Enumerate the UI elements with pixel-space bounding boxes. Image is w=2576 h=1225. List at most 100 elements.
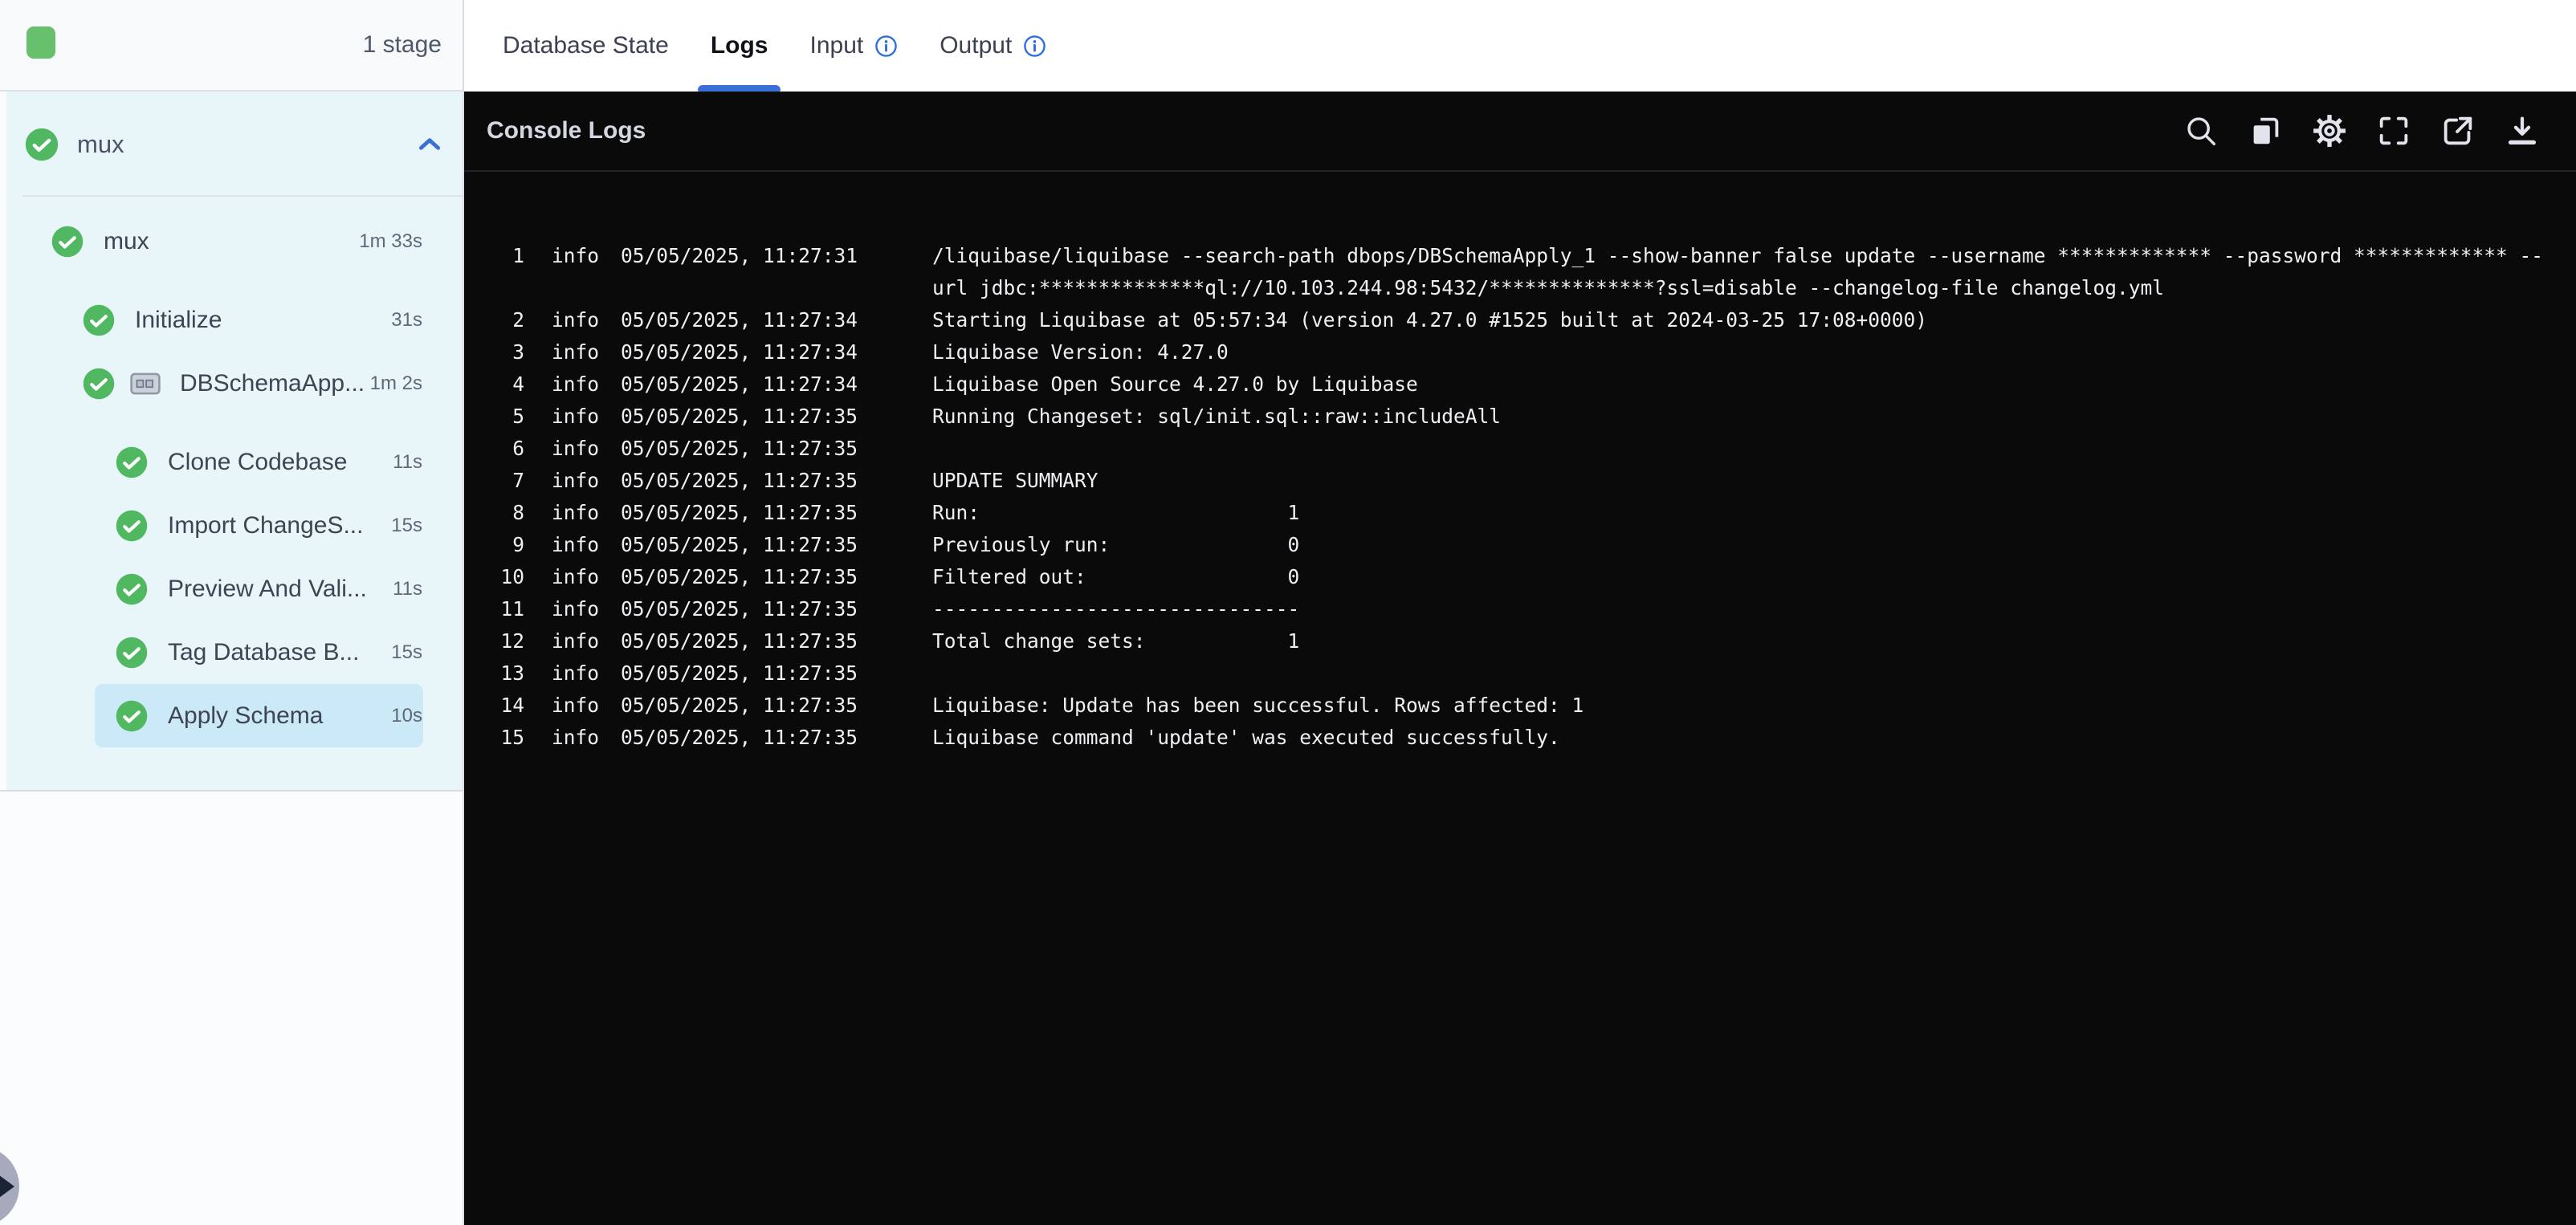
execution-sidebar: 1 stage mux mux 1m 33s Initialize 31s DB…	[0, 0, 464, 1225]
log-level: info	[552, 307, 600, 332]
log-line: 12 info 05/05/2025, 11:27:35 Total chang…	[464, 625, 2576, 657]
success-check-icon	[115, 572, 149, 606]
log-timestamp: 05/05/2025, 11:27:35	[621, 693, 858, 717]
log-message: Liquibase command 'update' was executed …	[932, 725, 1560, 749]
log-message: Running Changeset: sql/init.sql::raw::in…	[932, 404, 1502, 428]
stage-name: mux	[77, 129, 124, 158]
copy-icon[interactable]	[2247, 112, 2284, 149]
open-in-new-icon[interactable]	[2439, 112, 2476, 149]
log-timestamp: 05/05/2025, 11:27:34	[621, 340, 858, 364]
log-message: Previously run: 0	[932, 532, 1300, 556]
log-level: info	[552, 532, 600, 556]
log-timestamp: 05/05/2025, 11:27:35	[621, 404, 858, 428]
log-line: 3 info 05/05/2025, 11:27:34 Liquibase Ve…	[464, 336, 2576, 368]
log-timestamp: 05/05/2025, 11:27:34	[621, 372, 858, 396]
expand-panel-button[interactable]	[0, 1146, 19, 1225]
success-check-icon	[115, 636, 149, 669]
log-level: info	[552, 693, 600, 717]
stage-tree-panel: mux mux 1m 33s Initialize 31s DBSchemaAp…	[6, 92, 463, 790]
step-duration: 15s	[391, 641, 422, 663]
step-duration: 11s	[393, 577, 422, 600]
log-line-number: 3	[512, 340, 524, 364]
log-level: info	[552, 404, 600, 428]
tab-label: Input	[809, 32, 864, 59]
log-message: url jdbc:**************ql://10.103.244.9…	[932, 275, 2165, 299]
log-line: 5 info 05/05/2025, 11:27:35 Running Chan…	[464, 400, 2576, 432]
stage-tree-wrap: mux mux 1m 33s Initialize 31s DBSchemaAp…	[0, 92, 463, 792]
log-line-number: 5	[512, 404, 524, 428]
step-label: Import ChangeS...	[168, 511, 364, 539]
tab-label: Output	[940, 32, 1013, 59]
step-duration: 11s	[393, 450, 422, 473]
log-message: Liquibase Open Source 4.27.0 by Liquibas…	[932, 372, 1418, 396]
download-icon[interactable]	[2504, 112, 2541, 149]
tab-output[interactable]: Output	[940, 0, 1046, 92]
step-row-dbschemaapp[interactable]: DBSchemaApp... 1m 2s	[6, 352, 463, 415]
log-line-number: 10	[500, 564, 524, 588]
log-output: 1 info 05/05/2025, 11:27:31 /liquibase/l…	[464, 172, 2576, 753]
log-line: 15 info 05/05/2025, 11:27:35 Liquibase c…	[464, 721, 2576, 753]
step-label: Clone Codebase	[168, 448, 348, 475]
step-row-apply-schema[interactable]: Apply Schema 10s	[6, 684, 463, 747]
fullscreen-icon[interactable]	[2375, 112, 2412, 149]
log-line: 11 info 05/05/2025, 11:27:35 -----------…	[464, 592, 2576, 625]
log-line-number: 6	[512, 436, 524, 460]
log-message: UPDATE SUMMARY	[932, 468, 1098, 492]
tab-input[interactable]: Input	[809, 0, 898, 92]
console-title: Console Logs	[487, 117, 646, 144]
log-message: Liquibase Version: 4.27.0	[932, 340, 1229, 364]
step-tree: mux 1m 33s Initialize 31s DBSchemaApp...…	[6, 197, 463, 747]
step-row-preview-and-vali[interactable]: Preview And Vali... 11s	[6, 557, 463, 621]
log-level: info	[552, 564, 600, 588]
main-area: Database State Logs Input Output Console…	[464, 0, 2576, 1225]
step-row-tag-database-b[interactable]: Tag Database B... 15s	[6, 621, 463, 684]
log-message: Filtered out: 0	[932, 564, 1300, 588]
step-row-clone-codebase[interactable]: Clone Codebase 11s	[6, 430, 463, 494]
console-toolbar	[2183, 112, 2541, 149]
console-panel: Console Logs 1 info 05/05/2025, 11:27:31…	[464, 92, 2576, 1225]
step-row-mux[interactable]: mux 1m 33s	[6, 210, 463, 273]
log-line: 4 info 05/05/2025, 11:27:34 Liquibase Op…	[464, 368, 2576, 400]
step-duration: 15s	[391, 514, 422, 536]
settings-icon[interactable]	[2311, 112, 2348, 149]
step-duration: 31s	[391, 308, 422, 331]
log-timestamp: 05/05/2025, 11:27:35	[621, 436, 858, 460]
step-duration: 10s	[391, 704, 422, 726]
log-line-number: 1	[512, 243, 524, 267]
step-label: DBSchemaApp...	[180, 369, 365, 397]
log-line: 13 info 05/05/2025, 11:27:35	[464, 657, 2576, 689]
chevron-up-icon[interactable]	[416, 135, 443, 154]
log-line: 8 info 05/05/2025, 11:27:35 Run: 1	[464, 496, 2576, 528]
info-icon	[1023, 35, 1046, 58]
stage-status-chip[interactable]	[26, 26, 55, 59]
step-row-import-changes[interactable]: Import ChangeS... 15s	[6, 494, 463, 557]
log-timestamp: 05/05/2025, 11:27:35	[621, 596, 858, 621]
step-label: Apply Schema	[168, 702, 324, 729]
log-line-number: 8	[512, 500, 524, 524]
step-duration: 1m 2s	[369, 372, 422, 394]
log-level: info	[552, 436, 600, 460]
log-message: Total change sets: 1	[932, 629, 1300, 653]
log-line: 2 info 05/05/2025, 11:27:34 Starting Liq…	[464, 303, 2576, 336]
log-timestamp: 05/05/2025, 11:27:35	[621, 564, 858, 588]
log-message: Liquibase: Update has been successful. R…	[932, 693, 1584, 717]
step-row-initialize[interactable]: Initialize 31s	[6, 288, 463, 352]
success-check-icon	[51, 225, 84, 258]
detail-tabs: Database State Logs Input Output	[464, 0, 2576, 92]
stage-tree-header[interactable]: mux	[6, 92, 463, 197]
log-level: info	[552, 243, 600, 267]
tab-logs[interactable]: Logs	[697, 0, 781, 92]
log-level: info	[552, 596, 600, 621]
step-label: Preview And Vali...	[168, 575, 367, 602]
step-label: mux	[104, 227, 149, 254]
log-timestamp: 05/05/2025, 11:27:35	[621, 725, 858, 749]
search-icon[interactable]	[2183, 112, 2219, 149]
log-line-number: 9	[512, 532, 524, 556]
tab-database-state[interactable]: Database State	[503, 0, 669, 92]
pipeline-stage-bar: 1 stage	[0, 0, 463, 92]
log-message: -------------------------------	[932, 596, 1300, 621]
log-message: Run: 1	[932, 500, 1300, 524]
log-line-number: 4	[512, 372, 524, 396]
step-label: Tag Database B...	[168, 638, 360, 665]
log-timestamp: 05/05/2025, 11:27:31	[621, 243, 858, 267]
